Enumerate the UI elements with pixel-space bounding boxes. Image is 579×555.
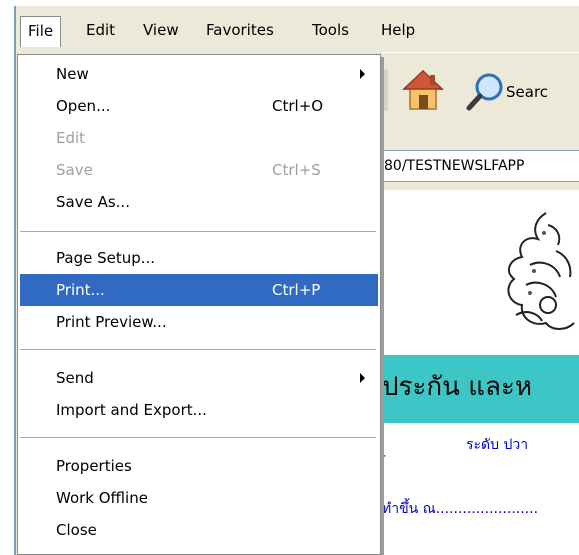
menu-item-import-export-label: Import and Export... [56, 401, 207, 419]
menu-item-work-offline-label: Work Offline [56, 489, 148, 507]
menu-edit[interactable]: Edit [79, 16, 122, 44]
menu-item-save-as-label: Save As... [56, 193, 130, 211]
menu-file-label: File [28, 22, 54, 40]
menu-edit-label: Edit [86, 21, 116, 39]
submenu-arrow-icon [360, 373, 365, 383]
search-button-label[interactable]: Searc [506, 79, 548, 105]
menu-item-new[interactable]: New [20, 58, 378, 90]
menu-help[interactable]: Help [374, 16, 422, 44]
menu-item-print[interactable]: Print... Ctrl+P [20, 274, 378, 306]
menu-tools-label: Tools [312, 21, 349, 39]
menu-item-close[interactable]: Close [20, 514, 378, 546]
menu-item-open[interactable]: Open... Ctrl+O [20, 90, 378, 122]
menu-item-edit-label: Edit [56, 129, 86, 147]
menu-item-print-preview-label: Print Preview... [56, 313, 167, 331]
menu-item-print-preview[interactable]: Print Preview... [20, 306, 378, 338]
menu-favorites[interactable]: Favorites [199, 16, 281, 44]
file-menu-dropdown: New Open... Ctrl+O Edit Save Ctrl+S Save… [17, 54, 381, 555]
menu-separator [20, 349, 376, 350]
menu-item-import-export[interactable]: Import and Export... [20, 394, 378, 426]
menu-item-edit: Edit [20, 122, 378, 154]
banner-heading: ประกัน และห [382, 372, 533, 402]
menu-item-work-offline[interactable]: Work Offline [20, 482, 378, 514]
menu-item-print-shortcut: Ctrl+P [272, 281, 321, 299]
menu-item-save-shortcut: Ctrl+S [272, 161, 321, 179]
menu-item-new-label: New [56, 65, 89, 83]
menu-help-label: Help [381, 21, 416, 39]
menu-favorites-label: Favorites [206, 21, 274, 39]
menu-tools[interactable]: Tools [305, 16, 356, 44]
menu-item-page-setup[interactable]: Page Setup... [20, 242, 378, 274]
menu-item-close-label: Close [56, 521, 97, 539]
menu-item-page-setup-label: Page Setup... [56, 249, 156, 267]
home-icon[interactable] [402, 69, 444, 113]
menu-view-label: View [143, 21, 179, 39]
page-line-2[interactable]: ทำขึ้น ณ....................... [382, 498, 538, 520]
menu-item-properties[interactable]: Properties [20, 450, 378, 482]
menu-item-properties-label: Properties [56, 457, 132, 475]
submenu-arrow-icon [360, 69, 365, 79]
address-input[interactable]: 80/TESTNEWSLFAPP [382, 150, 579, 182]
menu-item-save-as[interactable]: Save As... [20, 186, 378, 218]
menu-file[interactable]: File [20, 16, 62, 47]
page-dash: - [381, 448, 387, 464]
page-line-1: ระดับ ปวา [466, 437, 529, 453]
menu-item-open-shortcut: Ctrl+O [272, 97, 324, 115]
menu-separator [20, 231, 376, 232]
menu-item-send[interactable]: Send [20, 362, 378, 394]
toolbar: Searc [382, 52, 579, 131]
menu-item-open-label: Open... [56, 97, 111, 115]
search-icon[interactable] [464, 71, 506, 113]
menu-view[interactable]: View [136, 16, 186, 44]
menu-item-send-label: Send [56, 369, 94, 387]
toolbar-edge [384, 69, 388, 111]
menu-item-save: Save Ctrl+S [20, 154, 378, 186]
menu-separator [20, 437, 376, 438]
address-url: 80/TESTNEWSLFAPP [384, 158, 525, 174]
menu-bar: File Edit View Favorites Tools Help [16, 6, 579, 52]
menu-item-print-label: Print... [56, 281, 105, 299]
menu-item-save-label: Save [56, 161, 93, 179]
garuda-emblem-icon [486, 205, 579, 337]
